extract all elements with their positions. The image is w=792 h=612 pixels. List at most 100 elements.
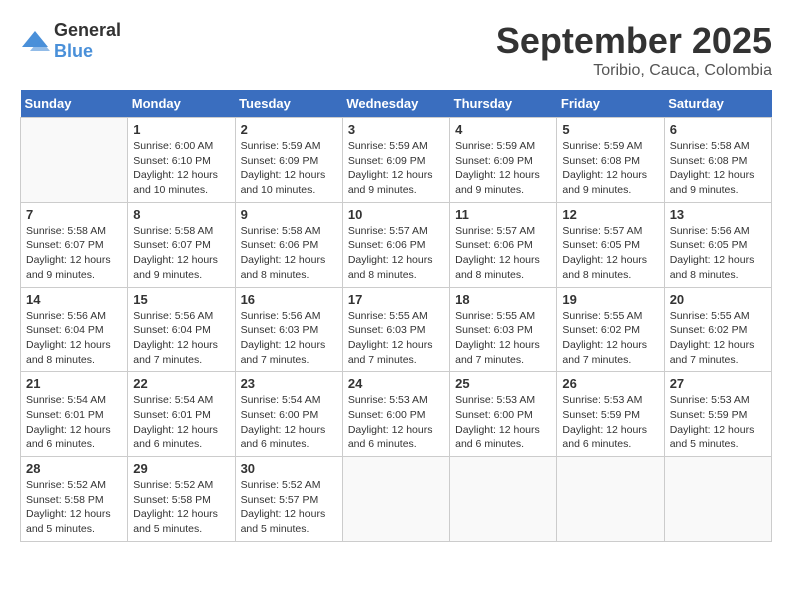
week-row-5: 28 Sunrise: 5:52 AMSunset: 5:58 PMDayligh… bbox=[21, 457, 772, 542]
day-number: 20 bbox=[670, 292, 766, 307]
weekday-sunday: Sunday bbox=[21, 90, 128, 118]
calendar-cell: 19Sunrise: 5:55 AMSunset: 6:02 PMDayligh… bbox=[557, 287, 664, 372]
day-info: Sunrise: 5:59 AMSunset: 6:09 PMDaylight:… bbox=[455, 139, 551, 198]
weekday-monday: Monday bbox=[128, 90, 235, 118]
day-number: 24 bbox=[348, 376, 444, 391]
calendar-body: 1 Sunrise: 6:00 AMSunset: 6:10 PMDaylight… bbox=[21, 118, 772, 542]
day-number: 26 bbox=[562, 376, 658, 391]
calendar-cell: 15 Sunrise: 5:56 AMSunset: 6:04 PMDayligh… bbox=[128, 287, 235, 372]
calendar-cell: 14Sunrise: 5:56 AMSunset: 6:04 PMDayligh… bbox=[21, 287, 128, 372]
day-number: 12 bbox=[562, 207, 658, 222]
day-info: Sunrise: 5:52 AMSunset: 5:58 PMDaylight:… bbox=[133, 478, 229, 537]
day-number: 17 bbox=[348, 292, 444, 307]
day-number: 5 bbox=[562, 122, 658, 137]
day-number: 11 bbox=[455, 207, 551, 222]
day-info: Sunrise: 5:52 AMSunset: 5:57 PMDaylight:… bbox=[241, 478, 337, 537]
day-number: 25 bbox=[455, 376, 551, 391]
day-number: 7 bbox=[26, 207, 122, 222]
day-info: Sunrise: 5:58 AMSunset: 6:07 PMDaylight:… bbox=[26, 224, 122, 283]
day-info: Sunrise: 5:56 AMSunset: 6:03 PMDaylight:… bbox=[241, 309, 337, 368]
weekday-header-row: SundayMondayTuesdayWednesdayThursdayFrid… bbox=[21, 90, 772, 118]
calendar-cell: 27 Sunrise: 5:53 AMSunset: 5:59 PMDayligh… bbox=[664, 372, 771, 457]
day-info: Sunrise: 5:59 AMSunset: 6:08 PMDaylight:… bbox=[562, 139, 658, 198]
calendar-cell: 2Sunrise: 5:59 AMSunset: 6:09 PMDaylight… bbox=[235, 118, 342, 203]
calendar-cell bbox=[557, 457, 664, 542]
day-info: Sunrise: 6:00 AMSunset: 6:10 PMDaylight:… bbox=[133, 139, 229, 198]
calendar-cell: 3 Sunrise: 5:59 AMSunset: 6:09 PMDaylight… bbox=[342, 118, 449, 203]
day-number: 30 bbox=[241, 461, 337, 476]
calendar-cell bbox=[450, 457, 557, 542]
weekday-friday: Friday bbox=[557, 90, 664, 118]
calendar-table: SundayMondayTuesdayWednesdayThursdayFrid… bbox=[20, 90, 772, 542]
calendar-cell bbox=[342, 457, 449, 542]
calendar-cell: 10Sunrise: 5:57 AMSunset: 6:06 PMDayligh… bbox=[342, 202, 449, 287]
day-info: Sunrise: 5:59 AMSunset: 6:09 PMDaylight:… bbox=[348, 139, 444, 198]
calendar-cell: 9 Sunrise: 5:58 AMSunset: 6:06 PMDaylight… bbox=[235, 202, 342, 287]
week-row-2: 7 Sunrise: 5:58 AMSunset: 6:07 PMDaylight… bbox=[21, 202, 772, 287]
day-number: 21 bbox=[26, 376, 122, 391]
calendar-cell: 1 Sunrise: 6:00 AMSunset: 6:10 PMDaylight… bbox=[128, 118, 235, 203]
day-info: Sunrise: 5:54 AMSunset: 6:00 PMDaylight:… bbox=[241, 393, 337, 452]
day-number: 8 bbox=[133, 207, 229, 222]
header: General Blue September 2025 Toribio, Cau… bbox=[20, 20, 772, 80]
day-info: Sunrise: 5:53 AMSunset: 6:00 PMDaylight:… bbox=[455, 393, 551, 452]
calendar-cell: 26Sunrise: 5:53 AMSunset: 5:59 PMDayligh… bbox=[557, 372, 664, 457]
calendar-cell: 23Sunrise: 5:54 AMSunset: 6:00 PMDayligh… bbox=[235, 372, 342, 457]
day-number: 15 bbox=[133, 292, 229, 307]
calendar-cell: 24 Sunrise: 5:53 AMSunset: 6:00 PMDayligh… bbox=[342, 372, 449, 457]
day-number: 16 bbox=[241, 292, 337, 307]
calendar-cell: 5 Sunrise: 5:59 AMSunset: 6:08 PMDaylight… bbox=[557, 118, 664, 203]
day-info: Sunrise: 5:56 AMSunset: 6:05 PMDaylight:… bbox=[670, 224, 766, 283]
day-info: Sunrise: 5:55 AMSunset: 6:02 PMDaylight:… bbox=[670, 309, 766, 368]
calendar-cell: 28 Sunrise: 5:52 AMSunset: 5:58 PMDayligh… bbox=[21, 457, 128, 542]
calendar-cell bbox=[21, 118, 128, 203]
calendar-cell: 11 Sunrise: 5:57 AMSunset: 6:06 PMDayligh… bbox=[450, 202, 557, 287]
week-row-3: 14 Sunrise: 5:56 AMSunset: 6:04 PMDayligh… bbox=[21, 287, 772, 372]
calendar-cell: 13Sunrise: 5:56 AMSunset: 6:05 PMDayligh… bbox=[664, 202, 771, 287]
day-number: 27 bbox=[670, 376, 766, 391]
day-info: Sunrise: 5:55 AMSunset: 6:03 PMDaylight:… bbox=[455, 309, 551, 368]
title-area: September 2025 Toribio, Cauca, Colombia bbox=[496, 20, 772, 80]
day-number: 6 bbox=[670, 122, 766, 137]
logo-icon bbox=[20, 29, 50, 53]
day-number: 4 bbox=[455, 122, 551, 137]
day-number: 9 bbox=[241, 207, 337, 222]
day-info: Sunrise: 5:53 AMSunset: 6:00 PMDaylight:… bbox=[348, 393, 444, 452]
day-info: Sunrise: 5:57 AMSunset: 6:05 PMDaylight:… bbox=[562, 224, 658, 283]
day-number: 29 bbox=[133, 461, 229, 476]
week-row-1: 1 Sunrise: 6:00 AMSunset: 6:10 PMDaylight… bbox=[21, 118, 772, 203]
weekday-wednesday: Wednesday bbox=[342, 90, 449, 118]
day-number: 3 bbox=[348, 122, 444, 137]
day-info: Sunrise: 5:56 AMSunset: 6:04 PMDaylight:… bbox=[133, 309, 229, 368]
day-info: Sunrise: 5:59 AMSunset: 6:09 PMDaylight:… bbox=[241, 139, 337, 198]
day-number: 28 bbox=[26, 461, 122, 476]
day-number: 22 bbox=[133, 376, 229, 391]
weekday-thursday: Thursday bbox=[450, 90, 557, 118]
logo-general: General bbox=[54, 20, 121, 40]
day-info: Sunrise: 5:58 AMSunset: 6:06 PMDaylight:… bbox=[241, 224, 337, 283]
location-title: Toribio, Cauca, Colombia bbox=[496, 62, 772, 80]
day-info: Sunrise: 5:57 AMSunset: 6:06 PMDaylight:… bbox=[348, 224, 444, 283]
day-info: Sunrise: 5:53 AMSunset: 5:59 PMDaylight:… bbox=[670, 393, 766, 452]
day-number: 14 bbox=[26, 292, 122, 307]
calendar-cell: 30 Sunrise: 5:52 AMSunset: 5:57 PMDayligh… bbox=[235, 457, 342, 542]
calendar-cell: 20 Sunrise: 5:55 AMSunset: 6:02 PMDayligh… bbox=[664, 287, 771, 372]
calendar-cell: 18 Sunrise: 5:55 AMSunset: 6:03 PMDayligh… bbox=[450, 287, 557, 372]
day-info: Sunrise: 5:55 AMSunset: 6:02 PMDaylight:… bbox=[562, 309, 658, 368]
day-number: 18 bbox=[455, 292, 551, 307]
calendar-cell: 21Sunrise: 5:54 AMSunset: 6:01 PMDayligh… bbox=[21, 372, 128, 457]
calendar-cell bbox=[664, 457, 771, 542]
calendar-cell: 25 Sunrise: 5:53 AMSunset: 6:00 PMDayligh… bbox=[450, 372, 557, 457]
calendar-cell: 17 Sunrise: 5:55 AMSunset: 6:03 PMDayligh… bbox=[342, 287, 449, 372]
calendar-cell: 22Sunrise: 5:54 AMSunset: 6:01 PMDayligh… bbox=[128, 372, 235, 457]
day-info: Sunrise: 5:52 AMSunset: 5:58 PMDaylight:… bbox=[26, 478, 122, 537]
weekday-tuesday: Tuesday bbox=[235, 90, 342, 118]
day-info: Sunrise: 5:55 AMSunset: 6:03 PMDaylight:… bbox=[348, 309, 444, 368]
logo: General Blue bbox=[20, 20, 121, 62]
month-title: September 2025 bbox=[496, 20, 772, 62]
day-info: Sunrise: 5:57 AMSunset: 6:06 PMDaylight:… bbox=[455, 224, 551, 283]
calendar-cell: 4 Sunrise: 5:59 AMSunset: 6:09 PMDaylight… bbox=[450, 118, 557, 203]
day-number: 1 bbox=[133, 122, 229, 137]
calendar-cell: 8Sunrise: 5:58 AMSunset: 6:07 PMDaylight… bbox=[128, 202, 235, 287]
calendar-cell: 7 Sunrise: 5:58 AMSunset: 6:07 PMDaylight… bbox=[21, 202, 128, 287]
